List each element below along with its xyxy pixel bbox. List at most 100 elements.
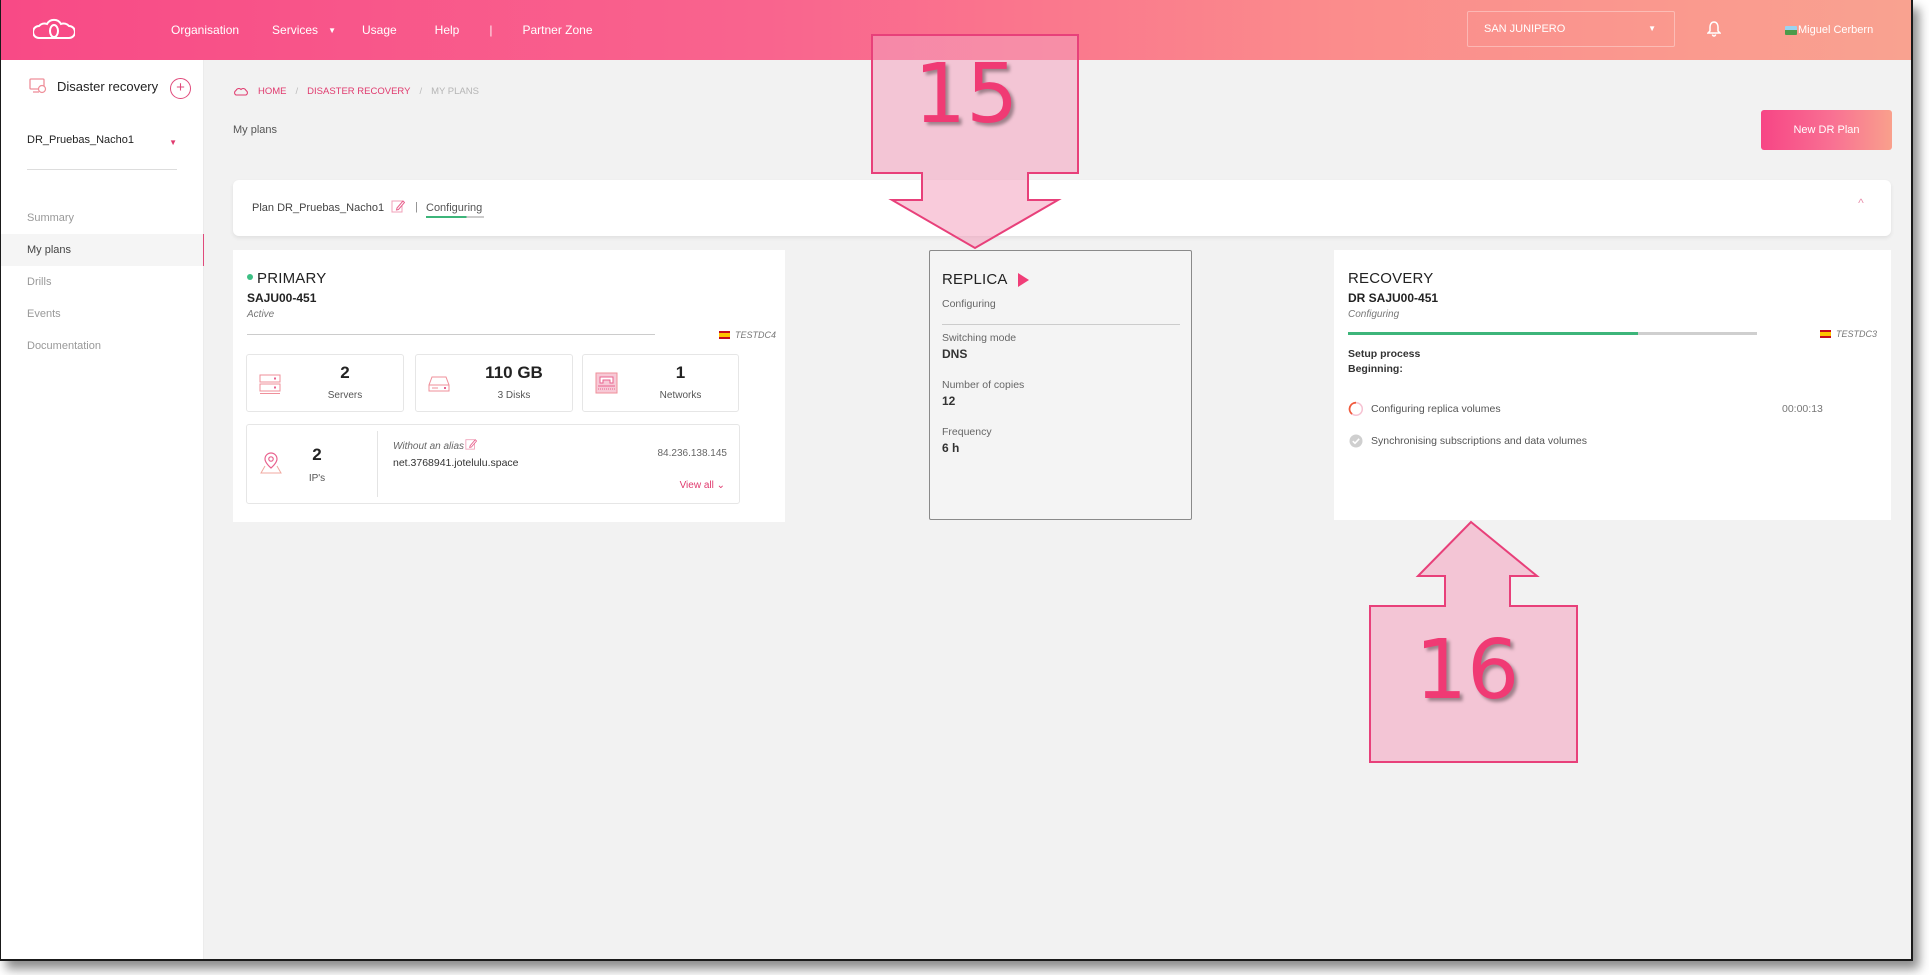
replica-frequency: Frequency 6 h (942, 426, 992, 455)
ips-count: 2 (312, 445, 322, 464)
sidebar-item-events[interactable]: Events (1, 298, 204, 330)
disaster-recovery-icon (29, 78, 47, 94)
spinner-icon (1348, 401, 1364, 417)
annotation-16: 16 (1365, 518, 1591, 766)
disks-stat[interactable]: 110 GB 3 Disks (415, 354, 573, 412)
add-plan-button[interactable]: + (170, 78, 191, 99)
caret-down-icon: ▼ (169, 138, 177, 147)
replica-title: REPLICA (942, 271, 1008, 288)
annotation-15: 15 (869, 32, 1089, 250)
breadcrumb-current: MY PLANS (431, 86, 479, 97)
sidebar-menu: Summary My plans Drills Events Documenta… (1, 202, 204, 362)
chevron-up-icon[interactable]: ^ (1853, 196, 1869, 212)
setup-beginning-label: Beginning: (1348, 363, 1403, 375)
field-label: Frequency (942, 426, 992, 438)
nav-services-label: Services (272, 23, 319, 37)
replica-card[interactable]: REPLICA Configuring Switching mode DNS N… (929, 250, 1192, 520)
edit-icon[interactable] (391, 199, 405, 213)
edit-alias-icon[interactable] (465, 438, 478, 450)
field-label: Switching mode (942, 332, 1017, 344)
field-value: 6 h (942, 441, 960, 455)
primary-server-name: SAJU00-451 (247, 291, 317, 305)
sidebar-item-summary[interactable]: Summary (1, 202, 204, 234)
datacenter-select[interactable]: SAN JUNIPERO ▼ (1467, 11, 1675, 47)
nav-help[interactable]: Help (435, 23, 460, 37)
nav-organisation[interactable]: Organisation (171, 23, 239, 37)
plan-status-progress (426, 216, 484, 218)
view-all-ips-link[interactable]: View all ⌄ (680, 480, 725, 491)
ip-alias-text: Without an alias (393, 441, 465, 452)
ip-hostname: net.3768941.jotelulu.space (393, 457, 519, 469)
replica-switching-mode: Switching mode DNS (942, 332, 1016, 361)
plan-name: Plan DR_Pruebas_Nacho1 (252, 202, 385, 214)
step-label: Configuring replica volumes (1371, 403, 1501, 415)
spain-flag-icon (1820, 330, 1831, 338)
play-icon[interactable] (1017, 272, 1029, 287)
main-nav: Organisation Services ▼ Usage Help | Par… (171, 0, 593, 60)
disks-value: 110 GB (485, 363, 543, 382)
ips-label: IP's (308, 473, 326, 484)
replica-status: Configuring (942, 298, 996, 310)
cloud-logo-icon[interactable] (33, 18, 75, 42)
recovery-header: RECOVERY DR SAJU00-451 Configuring (1348, 270, 1438, 320)
recovery-location-label: TESTDC3 (1836, 329, 1878, 339)
primary-header: PRIMARY SAJU00-451 Active (247, 270, 326, 320)
ips-panel: 2 IP's Without an alias net.3768941.jote… (246, 424, 740, 504)
breadcrumb-disaster-recovery[interactable]: DISASTER RECOVERY (307, 86, 410, 97)
breadcrumb-separator: / (295, 86, 299, 97)
setup-step: Configuring replica volumes 00:00:13 (1348, 401, 1878, 417)
servers-stat[interactable]: 2 Servers (246, 354, 404, 412)
sidebar-item-drills[interactable]: Drills (1, 266, 204, 298)
sidebar-item-documentation[interactable]: Documentation (1, 330, 204, 362)
breadcrumb: HOME / DISASTER RECOVERY / MY PLANS (234, 86, 479, 97)
field-value: DNS (942, 347, 968, 361)
sidebar-title: Disaster recovery (57, 78, 159, 94)
replica-header: REPLICA (942, 271, 1029, 288)
nav-separator: | (489, 23, 493, 37)
location-pin-icon (260, 452, 282, 474)
primary-location-label: TESTDC4 (735, 330, 777, 340)
networks-stat[interactable]: 1 Networks (582, 354, 739, 412)
bell-icon[interactable] (1707, 21, 1721, 37)
field-label: Number of copies (942, 379, 1025, 391)
user-menu[interactable]: Miguel Cerbern (1785, 24, 1873, 36)
primary-title-text: PRIMARY (257, 270, 327, 287)
ip-address: 84.236.138.145 (657, 448, 727, 459)
divider (247, 334, 655, 335)
caret-down-icon: ▼ (328, 25, 336, 35)
caret-down-icon: ▼ (1648, 24, 1656, 33)
step-time: 00:00:13 (1782, 403, 1823, 415)
status-dot-icon (247, 274, 253, 281)
divider (377, 431, 378, 497)
nav-partner-zone[interactable]: Partner Zone (522, 23, 592, 37)
plan-selector[interactable]: DR_Pruebas_Nacho1 ▼ (27, 134, 177, 170)
spain-flag-icon (719, 331, 730, 339)
recovery-status: Configuring (1348, 309, 1400, 320)
divider (942, 324, 1180, 325)
field-value: 12 (942, 394, 956, 408)
sidebar-item-my-plans[interactable]: My plans (1, 234, 204, 266)
plan-selector-value: DR_Pruebas_Nacho1 (27, 134, 135, 146)
primary-location: TESTDC4 (719, 330, 776, 340)
avatar-broken-image-icon (1785, 25, 1797, 35)
new-dr-plan-button[interactable]: New DR Plan (1761, 110, 1892, 150)
plan-divider: | (415, 201, 418, 213)
page-title: My plans (233, 124, 278, 136)
recovery-title: RECOVERY (1348, 270, 1434, 287)
networks-label: Networks (659, 390, 702, 401)
sidebar-header: Disaster recovery (29, 78, 158, 94)
breadcrumb-home[interactable]: HOME (258, 86, 287, 97)
check-circle-icon (1349, 434, 1363, 448)
networks-value: 1 (675, 363, 686, 382)
nav-usage[interactable]: Usage (362, 23, 397, 37)
setup-step: Synchronising subscriptions and data vol… (1348, 433, 1878, 449)
app-window: Organisation Services ▼ Usage Help | Par… (0, 0, 1913, 961)
sidebar: Disaster recovery + DR_Pruebas_Nacho1 ▼ … (1, 60, 204, 959)
setup-process: Setup process Beginning: (1348, 347, 1420, 377)
primary-status: Active (247, 309, 275, 320)
nav-services[interactable]: Services ▼ (272, 23, 336, 37)
user-name: Miguel Cerbern (1798, 24, 1874, 36)
setup-process-label: Setup process (1348, 348, 1421, 360)
cloud-home-icon (234, 87, 248, 95)
annotation-number: 16 (1415, 623, 1520, 718)
